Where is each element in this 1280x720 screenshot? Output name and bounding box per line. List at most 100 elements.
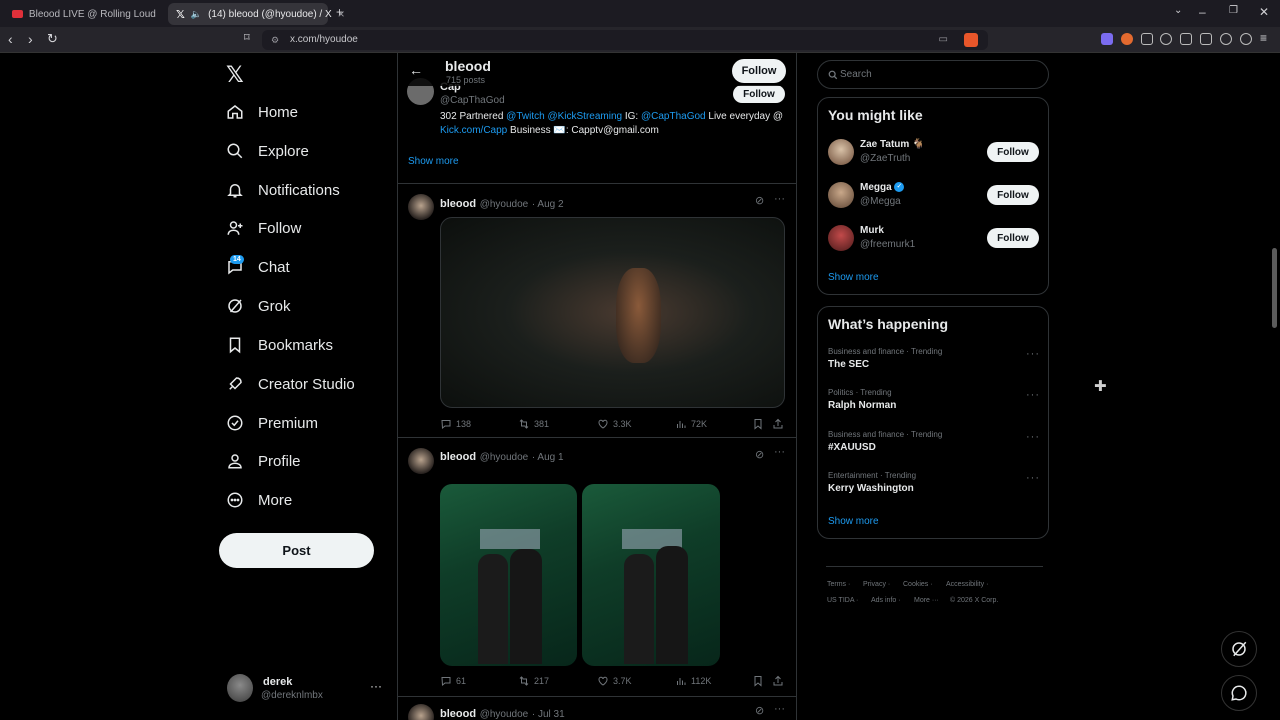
trend-item[interactable]: Entertainment · Trending Kerry Washingto… (828, 471, 916, 494)
browser-tab-x[interactable]: 𝕏 🔈 (14) bleood (@hyoudoe) / X × (168, 3, 345, 25)
footer-more[interactable]: More ··· (914, 597, 939, 604)
brave-shield-icon[interactable] (964, 33, 978, 47)
address-bar[interactable]: ⚙ x.com/hyoudoe ▭ (262, 30, 988, 50)
nav-notifications[interactable]: Notifications (226, 175, 340, 205)
scrollbar[interactable] (1270, 53, 1280, 720)
follow-button[interactable]: Follow (987, 142, 1039, 162)
show-more-link[interactable]: Show more (828, 272, 879, 283)
author-name[interactable]: bleood (440, 708, 476, 720)
nav-profile[interactable]: Profile (226, 446, 301, 476)
follow-button[interactable]: Follow (987, 185, 1039, 205)
browser-tab-youtube[interactable]: Bleood LIVE @ Rolling Loud Orlando (4, 3, 166, 25)
new-tab-icon[interactable]: + (336, 5, 343, 19)
avatar[interactable] (828, 225, 854, 251)
post-button[interactable]: Post (219, 533, 374, 568)
views-button[interactable]: 112K (675, 675, 711, 687)
user-name[interactable]: Megga ✓ (860, 182, 905, 193)
nav-creator-studio[interactable]: Creator Studio (226, 369, 355, 399)
reply-button[interactable]: 138 (440, 418, 471, 430)
tweet-date[interactable]: · Aug 2 (532, 199, 564, 210)
avatar[interactable] (408, 194, 434, 220)
bookmark-page-icon[interactable]: ⌑ (244, 31, 250, 44)
more-icon[interactable]: ··· (1026, 431, 1040, 443)
footer-tida[interactable]: US TIDA · (827, 597, 858, 604)
grok-icon[interactable]: ⊘ (755, 194, 764, 207)
tweet-date[interactable]: · Aug 1 (532, 452, 564, 463)
vpn-icon[interactable] (1240, 33, 1252, 45)
avatar[interactable] (828, 139, 854, 165)
extensions-puzzle-icon[interactable] (1141, 33, 1153, 45)
footer-accessibility[interactable]: Accessibility · (946, 581, 988, 588)
nav-more[interactable]: More (226, 485, 292, 515)
trend-item[interactable]: Business and finance · Trending #XAUUSD (828, 430, 942, 453)
like-button[interactable]: 3.7K (597, 675, 632, 687)
messages-fab[interactable] (1221, 675, 1257, 711)
bio-link[interactable]: @KickStreaming (547, 111, 622, 122)
tab-list-icon[interactable]: ⌄ (1174, 5, 1182, 16)
bio-link[interactable]: @CapThaGod (641, 111, 706, 122)
reload-icon[interactable]: ↻ (47, 31, 58, 47)
tweet[interactable]: bleood @hyoudoe · Aug 1 ⊘ ··· 61 217 3.7… (398, 438, 796, 696)
more-icon[interactable]: ··· (774, 446, 785, 458)
restore-icon[interactable]: ❐ (1229, 5, 1238, 16)
views-button[interactable]: 72K (675, 418, 707, 430)
follow-button[interactable]: Follow (732, 59, 786, 83)
share-button[interactable] (772, 418, 784, 430)
footer-privacy[interactable]: Privacy · (863, 581, 890, 588)
tweet-video[interactable] (440, 217, 785, 408)
site-info-icon[interactable]: ⚙ (271, 30, 279, 50)
minimize-icon[interactable]: – (1199, 5, 1206, 19)
like-button[interactable]: 3.3K (597, 418, 632, 430)
nav-home[interactable]: Home (226, 97, 298, 127)
avatar[interactable] (828, 182, 854, 208)
scrollbar-thumb[interactable] (1272, 248, 1277, 328)
music-icon[interactable] (1160, 33, 1172, 45)
tweet[interactable]: bleood @hyoudoe · Jul 31 ⊘ ··· (398, 697, 796, 720)
speaker-icon[interactable]: 🔈 (191, 9, 202, 20)
more-icon[interactable]: ··· (370, 679, 382, 693)
tweet-image[interactable] (440, 484, 577, 666)
account-switcher[interactable]: derek @dereknlmbx ··· (226, 674, 386, 704)
bookmark-button[interactable] (752, 418, 764, 430)
bookmark-button[interactable] (752, 675, 764, 687)
author-name[interactable]: bleood (440, 198, 476, 210)
extension-icon[interactable] (1101, 33, 1113, 45)
extension-icon[interactable] (1121, 33, 1133, 45)
share-button[interactable] (772, 675, 784, 687)
cast-icon[interactable]: ▭ (939, 30, 948, 50)
grok-fab[interactable] (1221, 631, 1257, 667)
nav-bookmarks[interactable]: Bookmarks (226, 330, 333, 360)
more-icon[interactable]: ··· (1026, 348, 1040, 360)
back-arrow-icon[interactable]: ← (409, 62, 423, 78)
x-logo[interactable]: 𝕏 (226, 62, 244, 88)
menu-icon[interactable]: ≡ (1260, 31, 1267, 45)
close-window-icon[interactable]: ✕ (1259, 5, 1269, 19)
follow-button[interactable]: Follow (733, 85, 785, 103)
nav-follow[interactable]: Follow (226, 213, 301, 243)
trend-item[interactable]: Politics · Trending Ralph Norman (828, 388, 896, 411)
grok-icon[interactable]: ⊘ (755, 448, 764, 461)
sidebar-icon[interactable] (1180, 33, 1192, 45)
trend-item[interactable]: Business and finance · Trending The SEC (828, 347, 942, 370)
bio-link[interactable]: Kick.com/Capp (440, 125, 507, 136)
nav-grok[interactable]: Grok (226, 291, 291, 321)
search-input[interactable]: Search (840, 69, 872, 80)
author-name[interactable]: bleood (440, 451, 476, 463)
avatar[interactable] (408, 448, 434, 474)
back-icon[interactable]: ‹ (8, 31, 13, 47)
wallet-icon[interactable] (1200, 33, 1212, 45)
show-more-link[interactable]: Show more (828, 516, 879, 527)
more-icon[interactable]: ··· (774, 703, 785, 715)
search-box[interactable]: Search (817, 60, 1049, 89)
nav-premium[interactable]: Premium (226, 408, 318, 438)
user-name[interactable]: Murk (860, 225, 884, 236)
grok-icon[interactable]: ⊘ (755, 704, 764, 717)
tweet[interactable]: bleood @hyoudoe · Aug 2 ⊘ ··· 138 381 3.… (398, 184, 796, 437)
bio-link[interactable]: @Twitch (506, 111, 545, 122)
footer-ads[interactable]: Ads info · (871, 597, 901, 604)
reply-button[interactable]: 61 (440, 675, 466, 687)
footer-terms[interactable]: Terms · (827, 581, 850, 588)
repost-button[interactable]: 217 (518, 675, 549, 687)
follow-button[interactable]: Follow (987, 228, 1039, 248)
nav-explore[interactable]: Explore (226, 136, 309, 166)
